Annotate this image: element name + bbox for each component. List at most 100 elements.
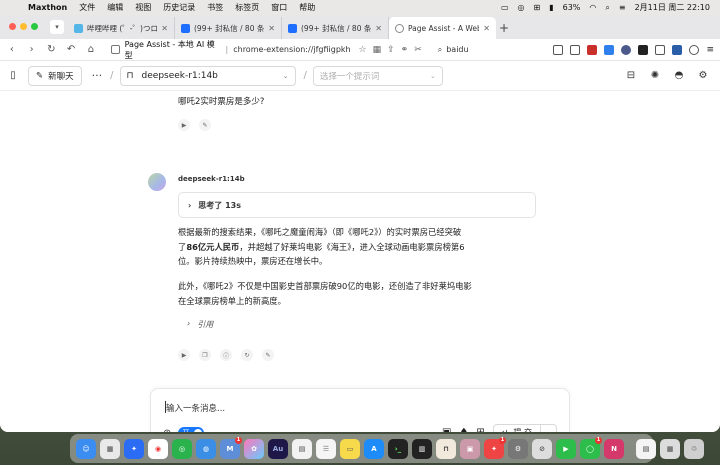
menu-app-name[interactable]: Maxthon (28, 3, 67, 12)
microphone-icon[interactable]: ♦ (459, 427, 468, 432)
minimize-window-button[interactable] (20, 23, 27, 30)
tab-page-assist[interactable]: Page Assist - A Web UI ✕ (389, 17, 496, 39)
downloads-stack-icon[interactable]: ▦ (660, 438, 680, 459)
settings-gear-icon[interactable]: ⚙ (696, 69, 710, 83)
wechat-tray-icon[interactable]: ◎ (518, 3, 525, 12)
message-input[interactable]: 输入一条消息... (166, 402, 225, 414)
reminders-icon[interactable]: ☰ (316, 438, 336, 459)
thinking-collapse[interactable]: › 思考了 13s (178, 192, 536, 218)
spotlight-icon[interactable]: ⌕ (605, 3, 609, 13)
new-tab-button[interactable]: + (496, 17, 512, 39)
preview-icon[interactable]: ⊘ (532, 438, 552, 459)
play-icon[interactable]: ▶ (178, 349, 190, 361)
battery-icon[interactable]: ▮ (549, 3, 553, 12)
bookmark-star-icon[interactable]: ☆ (359, 45, 367, 55)
back-arrow-icon[interactable]: ‹ (6, 44, 18, 55)
screenshot-icon[interactable]: ✂ (414, 45, 422, 55)
menu-window[interactable]: 窗口 (271, 2, 287, 13)
blue-extension-icon[interactable] (604, 44, 615, 55)
chrome-icon[interactable]: ◉ (148, 438, 168, 459)
citations-toggle[interactable]: › 引用 (187, 319, 213, 330)
calendar-icon[interactable]: ▤ (292, 438, 312, 459)
extensions-puzzle-icon[interactable] (655, 44, 666, 55)
reload-icon[interactable]: ↻ (46, 44, 58, 55)
info-icon[interactable]: ⓘ (220, 349, 232, 361)
model-select[interactable]: ⊓ deepseek-r1:14b ⌄ (119, 65, 296, 86)
sidebar-toggle-icon[interactable]: ▯ (6, 69, 20, 83)
menu-tabs[interactable]: 标签页 (235, 2, 259, 13)
forward-arrow-icon[interactable]: › (26, 44, 38, 55)
menu-bookmarks[interactable]: 书签 (207, 2, 223, 13)
address-bar[interactable]: Page Assist - 本地 AI 模型 | chrome-extensio… (110, 40, 351, 60)
web-search-toggle[interactable]: 开 (178, 427, 205, 432)
close-tab-icon[interactable]: ✕ (375, 24, 382, 33)
wechat-icon[interactable]: ◎ (172, 438, 192, 459)
edit-icon[interactable]: ✎ (262, 349, 274, 361)
zoom-window-button[interactable] (31, 23, 38, 30)
facetime-icon[interactable]: ▶ (556, 438, 576, 459)
launchpad-icon[interactable]: ▦ (100, 438, 120, 459)
sharing-app-icon[interactable]: ✦ 1 (484, 436, 506, 459)
github-icon[interactable]: ◓ (672, 69, 686, 83)
tab-list-dropdown[interactable]: ▾ (50, 20, 64, 34)
new-chat-button[interactable]: ✎ 新聊天 (28, 65, 82, 86)
photos-icon[interactable]: ✿ (244, 438, 264, 459)
ollama-app-icon[interactable]: ⊓ (436, 438, 456, 459)
wifi-icon[interactable]: ◠ (589, 3, 596, 12)
edit-icon[interactable]: ✎ (199, 119, 211, 131)
trash-icon[interactable]: ♲ (684, 438, 704, 459)
home-icon[interactable]: ⌂ (85, 44, 97, 55)
menu-file[interactable]: 文件 (79, 2, 95, 13)
submit-button[interactable]: ↵ 提 交 ⌄ (492, 424, 557, 432)
terminal-icon[interactable]: ›_ (388, 438, 408, 459)
regenerate-icon[interactable]: ↻ (241, 349, 253, 361)
tab-zhihu-2[interactable]: (99+ 封私信 / 80 条消息 ✕ (282, 17, 389, 39)
cloud-extension-icon[interactable] (621, 44, 632, 55)
openai-icon[interactable]: ✺ (648, 69, 662, 83)
system-settings-icon[interactable]: ⚙ (508, 438, 528, 459)
more-options-icon[interactable]: ··· (92, 69, 103, 82)
mindnode-icon[interactable]: N (604, 438, 624, 459)
menu-edit[interactable]: 编辑 (107, 2, 123, 13)
apps-icon[interactable]: ⊞ (476, 427, 484, 432)
prompt-select[interactable]: 选择一个提示词 ⌄ (312, 65, 443, 86)
tab-bilibili[interactable]: 哔哩哔哩 (゜-゜)つロ 干 ✕ (68, 17, 175, 39)
qq-icon[interactable]: ◍ (196, 438, 216, 459)
notes-icon[interactable]: ▭ (340, 438, 360, 459)
blue-square-extension-icon[interactable] (672, 44, 683, 55)
copy-icon[interactable]: ❐ (199, 349, 211, 361)
red-extension-icon[interactable] (587, 44, 598, 55)
lock-app-icon[interactable]: ▣ (460, 438, 480, 459)
menu-history[interactable]: 历史记录 (163, 2, 195, 13)
messages-icon[interactable]: ◯ 1 (580, 436, 602, 459)
maxthon-icon[interactable]: M1 (220, 436, 242, 459)
undo-close-tab-icon[interactable]: ↶ (65, 44, 77, 55)
search-box[interactable]: ⌕ baidu (438, 42, 546, 58)
black-extension-icon[interactable] (638, 44, 649, 55)
close-window-button[interactable] (9, 23, 16, 30)
url-text[interactable]: chrome-extension://jfgfiigpkhlk… (233, 45, 350, 54)
safari-icon[interactable]: ✦ (124, 438, 144, 459)
activity-monitor-icon[interactable]: ▥ (412, 438, 432, 459)
play-icon[interactable]: ▶ (178, 119, 190, 131)
image-upload-icon[interactable]: ▣ (442, 427, 451, 432)
close-tab-icon[interactable]: ✕ (483, 24, 490, 33)
profile-icon[interactable] (689, 44, 700, 55)
tab-zhihu-1[interactable]: (99+ 封私信 / 80 条消息 ✕ (175, 17, 282, 39)
document-icon[interactable]: ▤ (636, 438, 656, 459)
more-menu-icon[interactable]: ≡ (706, 45, 714, 55)
status-bar-icon[interactable]: ▭ (501, 3, 509, 12)
reader-mode-icon[interactable]: ⚭ (401, 45, 409, 55)
camera-icon[interactable] (553, 44, 564, 55)
control-center-icon[interactable]: ≡ (619, 3, 626, 12)
search-text[interactable]: baidu (446, 45, 468, 54)
qr-code-icon[interactable]: ▦ (373, 45, 382, 55)
close-tab-icon[interactable]: ✕ (161, 24, 168, 33)
menu-help[interactable]: 帮助 (299, 2, 315, 13)
menubar-datetime[interactable]: 2月11日 周二 22:10 (635, 2, 710, 13)
globe-icon[interactable]: ⊕ (163, 428, 171, 433)
finder-icon[interactable]: ☺ (76, 438, 96, 459)
sidebar-panel-icon[interactable] (570, 44, 581, 55)
submit-options-dropdown[interactable]: ⌄ (540, 425, 556, 432)
shortcut-tray-icon[interactable]: ⊞ (534, 3, 541, 12)
